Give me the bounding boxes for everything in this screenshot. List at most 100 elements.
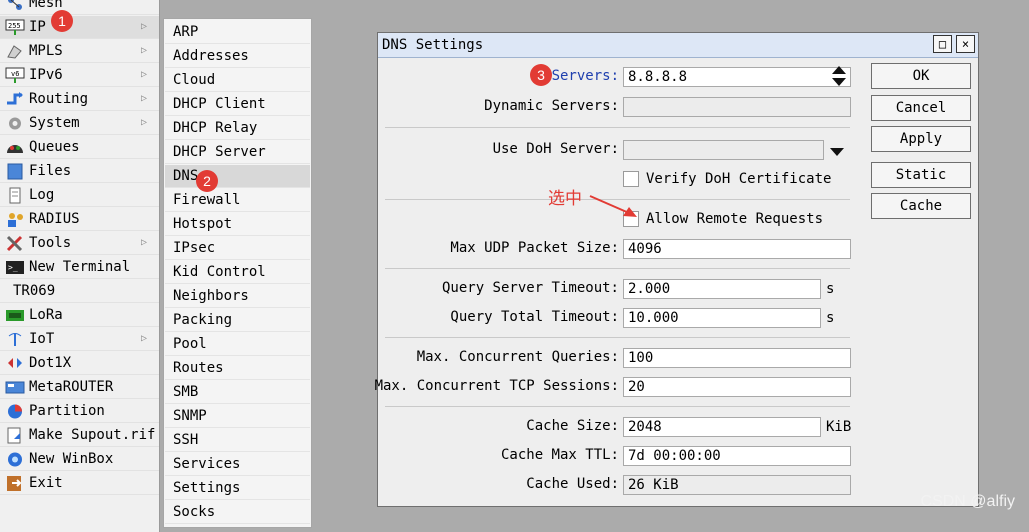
apply-button[interactable]: Apply [871,126,971,152]
submenu-item-dns[interactable]: DNS [165,165,310,188]
submenu-item-dhcp-relay[interactable]: DHCP Relay [165,117,310,140]
menu-item-routing[interactable]: Routing ▷ [0,88,159,111]
max-concurrent-tcp-sessions-label: Max. Concurrent TCP Sessions: [374,378,619,394]
section-divider [385,127,850,128]
cache-button[interactable]: Cache [871,193,971,219]
menu-item-log[interactable]: Log [0,184,159,207]
metarouter-icon [5,379,25,396]
cache-used-label: Cache Used: [526,476,619,492]
submenu-arrow-icon: ▷ [140,333,147,344]
submenu-item-hotspot[interactable]: Hotspot [165,213,310,236]
submenu-item-neighbors[interactable]: Neighbors [165,285,310,308]
partition-icon [5,403,25,420]
submenu-arrow-icon: ▷ [140,93,147,104]
submenu-item-services[interactable]: Services [165,453,310,476]
dot1x-icon [5,355,25,372]
submenu-item-packing[interactable]: Packing [165,309,310,332]
files-icon [5,163,25,180]
cancel-button[interactable]: Cancel [871,95,971,121]
submenu-item-firewall[interactable]: Firewall [165,189,310,212]
menu-item-mpls[interactable]: MPLS ▷ [0,40,159,63]
submenu-item-cloud[interactable]: Cloud [165,69,310,92]
max-concurrent-tcp-sessions-input[interactable]: 20 [623,377,851,397]
dropdown-arrow-icon[interactable] [830,145,844,161]
watermark: CSDN @alfiy [920,493,1015,510]
menu-item-metarouter[interactable]: MetaROUTER [0,376,159,399]
dns-form: 3 Servers: 8.8.8.8 Dynamic Servers: Use … [375,63,860,501]
menu-item-system[interactable]: System ▷ [0,112,159,135]
tools-icon [5,235,25,252]
verify-doh-certificate-checkbox[interactable] [623,171,639,187]
cache-max-ttl-input[interactable]: 7d 00:00:00 [623,446,851,466]
menu-item-ip[interactable]: 255 IP ▷ [0,16,159,39]
query-total-timeout-unit: s [826,310,835,326]
submenu-item-socks[interactable]: Socks [165,501,310,524]
submenu-item-arp[interactable]: ARP [165,21,310,44]
mesh-icon [5,0,25,12]
query-total-timeout-input[interactable]: 10.000 [623,308,821,328]
submenu-item-dhcp-client[interactable]: DHCP Client [165,93,310,116]
menu-item-tr069[interactable]: TR069 [0,280,159,303]
close-button[interactable]: × [956,35,975,53]
submenu-item-kid-control[interactable]: Kid Control [165,261,310,284]
submenu-arrow-icon: ▷ [140,237,147,248]
routing-icon [5,91,25,108]
exit-icon [5,475,25,492]
verify-doh-certificate-label: Verify DoH Certificate [646,171,832,187]
max-udp-packet-size-input[interactable]: 4096 [623,239,851,259]
maximize-button[interactable]: □ [933,35,952,53]
cache-size-unit: KiB [826,419,852,435]
menu-item-files[interactable]: Files [0,160,159,183]
mpls-icon [5,43,25,60]
allow-remote-requests-label: Allow Remote Requests [646,211,824,227]
submenu-arrow-icon: ▷ [140,117,147,128]
menu-item-lora[interactable]: LoRa [0,304,159,327]
menu-item-make-supout[interactable]: Make Supout.rif [0,424,159,447]
submenu-item-dhcp-server[interactable]: DHCP Server [165,141,310,164]
svg-text:>_: >_ [8,263,18,272]
annotation-arrow-icon [589,195,637,217]
submenu-item-addresses[interactable]: Addresses [165,45,310,68]
annotation-label: 选中 [548,189,582,209]
menu-item-new-winbox[interactable]: New WinBox [0,448,159,471]
menu-item-iot[interactable]: IoT ▷ [0,328,159,351]
menu-item-radius[interactable]: RADIUS [0,208,159,231]
menu-item-partition[interactable]: Partition [0,400,159,423]
winbox-icon [5,451,25,468]
static-button[interactable]: Static [871,162,971,188]
query-server-timeout-input[interactable]: 2.000 [623,279,821,299]
cache-size-input[interactable]: 2048 [623,417,821,437]
main-menu: Mesh 255 IP ▷ MPLS ▷ v6 IPv6 ▷ Routing ▷… [0,0,160,532]
menu-item-mesh[interactable]: Mesh [0,0,159,15]
use-doh-server-input[interactable] [623,140,824,160]
query-server-timeout-label: Query Server Timeout: [441,280,619,296]
dialog-title: DNS Settings [382,37,484,53]
menu-item-dot1x[interactable]: Dot1X [0,352,159,375]
submenu-item-smb[interactable]: SMB [165,381,310,404]
gear-icon [5,115,25,132]
terminal-icon: >_ [5,259,25,276]
max-concurrent-queries-input[interactable]: 100 [623,348,851,368]
log-icon [5,187,25,204]
submenu-item-ipsec[interactable]: IPsec [165,237,310,260]
menu-item-tools[interactable]: Tools ▷ [0,232,159,255]
servers-input[interactable]: 8.8.8.8 [623,67,851,87]
menu-item-exit[interactable]: Exit [0,472,159,495]
menu-item-new-terminal[interactable]: >_ New Terminal [0,256,159,279]
dialog-titlebar[interactable]: DNS Settings □ × [378,33,978,58]
cache-used-field: 26 KiB [623,475,851,495]
ok-button[interactable]: OK [871,63,971,89]
menu-item-ipv6[interactable]: v6 IPv6 ▷ [0,64,159,87]
section-divider [385,406,850,407]
submenu-item-pool[interactable]: Pool [165,333,310,356]
add-remove-server-icon[interactable] [831,65,847,91]
menu-item-queues[interactable]: Queues [0,136,159,159]
ipv6-icon: v6 [5,67,25,84]
submenu-item-snmp[interactable]: SNMP [165,405,310,428]
submenu-item-ssh[interactable]: SSH [165,429,310,452]
cache-max-ttl-label: Cache Max TTL: [500,447,619,463]
submenu-item-routes[interactable]: Routes [165,357,310,380]
submenu-item-settings[interactable]: Settings [165,477,310,500]
max-concurrent-queries-label: Max. Concurrent Queries: [416,349,619,365]
dns-settings-dialog: DNS Settings □ × 3 Servers: 8.8.8.8 Dyna… [375,32,979,507]
